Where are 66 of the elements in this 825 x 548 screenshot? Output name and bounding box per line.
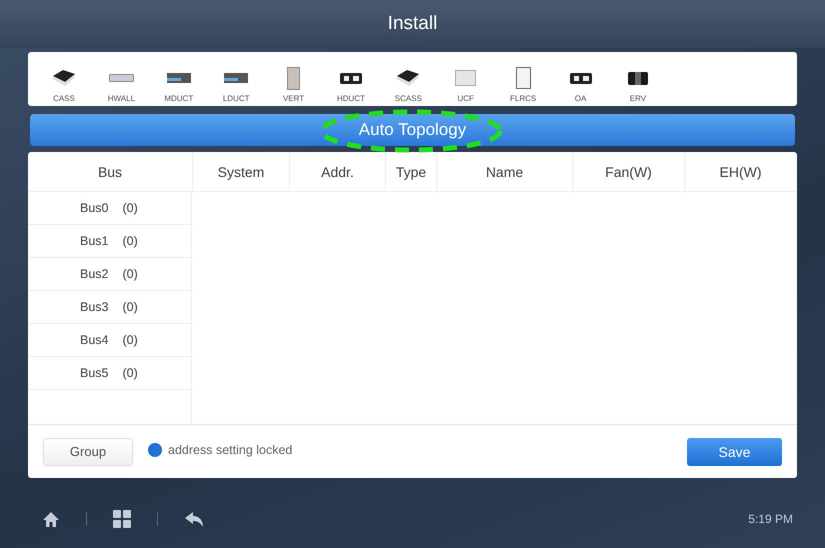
unit-icon — [397, 70, 420, 86]
column-header: Name — [436, 152, 572, 191]
unit-item[interactable]: LDUCT — [208, 52, 264, 106]
unit-item[interactable]: VERT — [266, 52, 322, 106]
unit-item[interactable]: MDUCT — [150, 52, 207, 106]
bus-count: (0) — [122, 234, 138, 248]
unit-icon — [455, 70, 476, 86]
bus-name: Bus4 — [80, 333, 108, 347]
bus-count: (0) — [122, 366, 138, 380]
bus-name: Bus2 — [80, 267, 108, 281]
unit-label: LDUCT — [222, 94, 250, 103]
bus-count: (0) — [122, 201, 138, 215]
unit-item[interactable]: HWALL — [93, 52, 150, 106]
bus-count: (0) — [122, 333, 138, 347]
bus-row[interactable]: Bus1 (0) — [28, 225, 191, 258]
unit-label: VERT — [282, 94, 304, 103]
bus-row[interactable]: Bus3 (0) — [28, 291, 191, 324]
bus-row[interactable]: Bus0 (0) — [28, 192, 191, 225]
back-icon[interactable] — [184, 510, 204, 528]
unit-item[interactable]: HDUCT — [322, 52, 379, 106]
unit-icon — [166, 73, 191, 83]
window-title: Install — [388, 13, 438, 35]
bus-name: Bus0 — [80, 201, 108, 215]
bus-name: Bus5 — [80, 366, 108, 380]
clock: 5:19 PM — [748, 512, 793, 526]
unit-label: FLRCS — [510, 94, 536, 103]
unit-icon — [224, 73, 248, 83]
unit-item[interactable]: FLRCS — [495, 52, 552, 106]
unit-icon — [516, 67, 531, 89]
bus-count: (0) — [122, 267, 138, 281]
unit-label: CASS — [53, 94, 75, 103]
unit-icon — [53, 70, 75, 86]
unit-label: ERV — [630, 94, 646, 103]
unit-label: OA — [574, 94, 586, 103]
save-button[interactable]: Save — [687, 438, 782, 466]
status-text: address setting locked — [168, 442, 292, 456]
unit-icon — [340, 72, 362, 84]
unit-icon — [108, 74, 134, 82]
bus-name: Bus1 — [80, 234, 108, 248]
bus-row[interactable]: Bus4 (0) — [28, 324, 191, 357]
column-header: Addr. — [289, 152, 385, 191]
bus-row[interactable]: Bus2 (0) — [28, 258, 191, 291]
unit-label: HWALL — [108, 94, 136, 103]
column-header: EH(W) — [684, 152, 796, 191]
unit-label: SCASS — [394, 94, 422, 103]
column-header: Fan(W) — [572, 152, 684, 191]
group-button[interactable]: Group — [43, 438, 133, 466]
unit-item[interactable]: UCF — [438, 52, 494, 106]
bus-row[interactable]: Bus5 (0) — [28, 357, 191, 390]
unit-item[interactable]: SCASS — [380, 52, 436, 106]
bus-name: Bus3 — [80, 300, 108, 314]
column-header: Type — [385, 152, 436, 191]
unit-icon — [570, 72, 592, 84]
column-header: Bus — [96, 162, 124, 182]
home-icon[interactable] — [42, 510, 60, 528]
bus-count: (0) — [122, 300, 138, 314]
unit-item[interactable]: CASS — [36, 52, 92, 106]
unit-label: MDUCT — [164, 94, 194, 103]
grid-icon[interactable] — [113, 510, 131, 528]
unit-item[interactable]: ERV — [610, 52, 666, 106]
unit-item[interactable]: OA — [552, 52, 609, 106]
unit-label: UCF — [458, 94, 474, 103]
column-header: System — [192, 152, 289, 191]
unit-label: HDUCT — [336, 94, 365, 103]
unit-icon — [287, 66, 300, 90]
unit-icon — [628, 72, 648, 84]
